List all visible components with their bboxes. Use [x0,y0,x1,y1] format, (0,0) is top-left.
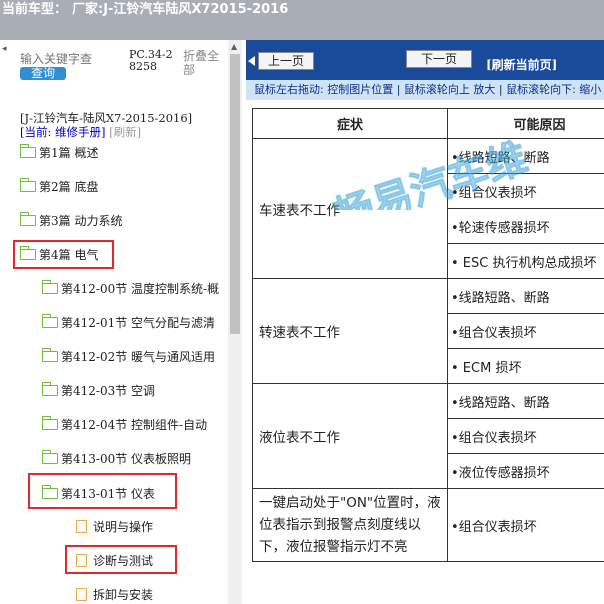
tree-item-section-412-01[interactable]: 第412-01节 空气分配与滤清 [41,313,216,333]
prev-page-button[interactable]: 上一页 [258,52,314,70]
current-model-label: 当前车型： [2,2,68,17]
tree-item-description-operation[interactable]: 说明与操作 [76,517,153,537]
tree-item-chapter-1[interactable]: 第1篇 概述 [19,143,99,163]
symptom-cell: 一键启动处于"ON"位置时，液位表指示到报警点刻度线以下，液位报警指示灯不亮 [252,488,448,562]
highlight-section-413-01 [28,473,177,509]
next-page-button[interactable]: 下一页 [406,50,472,68]
table-row: 车速表不工作 •线路短路、断路 [252,138,604,279]
cause-cell: •组合仪表损坏 [447,418,604,454]
tree-item-label: 第412-03节 空调 [61,384,156,398]
tree-item-label: 第412-04节 控制组件-自动 [61,418,208,432]
folder-icon [41,348,58,362]
cause-cell: •组合仪表损坏 [447,488,604,562]
tree-item-chapter-3[interactable]: 第3篇 动力系统 [19,211,123,231]
tree-item-section-412-03[interactable]: 第412-03节 空调 [41,381,156,401]
tree-item-label: 第3篇 动力系统 [39,214,123,228]
cause-cell: •组合仪表损坏 [447,173,604,209]
table-row: 一键启动处于"ON"位置时，液位表指示到报警点刻度线以下，液位报警指示灯不亮 •… [252,488,604,562]
refresh-current-page-link[interactable]: [刷新当前页] [486,56,557,73]
tree-item-section-412-02[interactable]: 第412-02节 暖气与通风适用 [41,347,216,367]
sidebar: ◂ 查询 PC.34-28258 折叠全部 [J-江铃汽车-陆风X7-2015-… [0,40,242,604]
search-input[interactable] [20,52,106,66]
table-row: 转速表不工作 •线路短路、断路 [252,278,604,384]
sidebar-scrollbar[interactable]: ▲ [228,40,242,604]
cause-cell: •线路短路、断路 [447,278,604,314]
folder-icon [41,416,58,430]
current-manual-label: [当前: 维修手册] [20,125,106,139]
header-cause: 可能原因 [447,108,604,139]
collapse-sidebar-icon[interactable] [248,56,255,66]
folder-icon [41,314,58,328]
page-navigation-bar: 上一页 下一页 [刷新当前页] [246,40,604,80]
symptom-cell: 液位表不工作 [252,383,448,489]
file-icon [76,588,87,601]
tree-item-label: 拆卸与安装 [93,588,154,602]
cause-cell: • ESC 执行机构总成损坏 [447,243,604,279]
collapse-all-button[interactable]: 折叠全部 [183,49,223,77]
scrollbar-thumb[interactable] [230,54,240,334]
tree-item-section-412-00[interactable]: 第412-00节 温度控制系统-概 [41,279,220,299]
tree-item-removal-installation[interactable]: 拆卸与安装 [76,585,153,604]
tree-item-section-412-04[interactable]: 第412-04节 控制组件-自动 [41,415,208,435]
cause-cell: •线路短路、断路 [447,138,604,174]
query-button[interactable]: 查询 [20,67,66,80]
tree-item-chapter-2[interactable]: 第2篇 底盘 [19,177,99,197]
content-panel: 上一页 下一页 [刷新当前页] 鼠标左右拖动: 控制图片位置 | 鼠标滚轮向上 … [246,40,604,604]
header-symptom: 症状 [252,108,448,139]
folder-icon [41,280,58,294]
folder-icon [19,144,36,158]
cause-cell: •轮速传感器损坏 [447,208,604,244]
tree-item-label: 第412-01节 空气分配与滤清 [61,316,216,330]
cause-cell: • ECM 损坏 [447,348,604,384]
folder-icon [19,178,36,192]
cause-cell: •线路短路、断路 [447,383,604,419]
tree-item-label: 第413-00节 仪表板照明 [61,452,192,466]
tree-item-label: 第2篇 底盘 [39,180,99,194]
table-row: 液位表不工作 •线路短路、断路 [252,383,604,489]
highlight-chapter-4 [13,240,114,269]
table-header-row: 症状 可能原因 [252,108,604,139]
current-model-value: 厂家:J-江铃汽车陆风X72015-2016 [72,2,289,17]
pc-code: PC.34-28258 [129,48,173,73]
folder-icon [41,382,58,396]
tree-item-section-413-00[interactable]: 第413-00节 仪表板照明 [41,449,192,469]
highlight-diagnosis-testing [65,545,177,574]
scroll-up-icon[interactable]: ▲ [231,42,237,52]
sidebar-marker: ◂ [2,44,7,54]
tree-item-label: 第412-00节 温度控制系统-概 [61,282,220,296]
cause-cell: •组合仪表损坏 [447,313,604,349]
cause-cell: •液位传感器损坏 [447,453,604,489]
folder-icon [41,450,58,464]
folder-icon [19,212,36,226]
diagnosis-table: 症状 可能原因 车速表不工作 •线路短路、断路 •组合仪表损坏 •轮速传感器损坏… [252,108,604,562]
symptom-cell: 转速表不工作 [252,278,448,384]
window-title-bar: 当前车型： 厂家:J-江铃汽车陆风X72015-2016 [0,0,604,40]
file-icon [76,520,87,533]
sidebar-refresh-link[interactable]: [刷新] [109,125,141,139]
tree-item-label: 第412-02节 暖气与通风适用 [61,350,216,364]
current-manual: [当前: 维修手册] [刷新] [20,124,141,140]
usage-hint-bar: 鼠标左右拖动: 控制图片位置 | 鼠标滚轮向上 放大 | 鼠标滚轮向下: 缩小 [246,80,604,100]
tree-item-label: 第1篇 概述 [39,146,99,160]
tree-item-label: 说明与操作 [93,520,154,534]
symptom-cell: 车速表不工作 [252,138,448,279]
